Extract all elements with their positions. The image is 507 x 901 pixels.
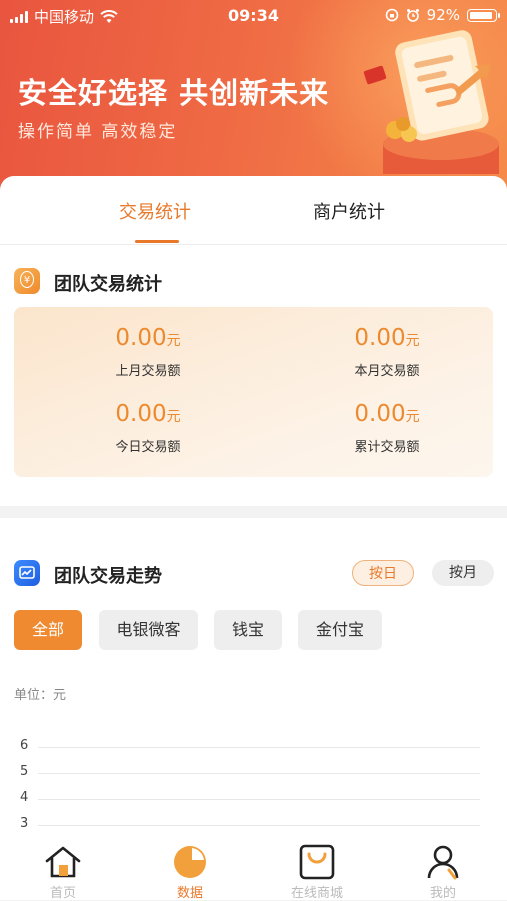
toggle-by-day[interactable]: 按日 <box>352 560 414 586</box>
stat-label: 累计交易额 <box>354 440 420 455</box>
banner: 中国移动 09:34 92% 安全好选择 共创新未来 操作简单 高效稳定 <box>0 0 507 200</box>
user-icon <box>427 845 459 880</box>
stat-value: 0.00元 <box>354 401 420 427</box>
stats-panel: 0.00元 上月交易额 0.00元 本月交易额 0.00元 今日交易额 0.00… <box>14 307 493 477</box>
y-tick: 5 <box>20 764 29 779</box>
stat-cumulative: 0.00元 累计交易额 <box>287 401 487 455</box>
toggle-by-month[interactable]: 按月 <box>432 560 494 586</box>
trend-title: 团队交易走势 <box>54 566 162 587</box>
chart-unit-label: 单位：元 <box>14 688 67 703</box>
banner-subtitle: 操作简单 高效稳定 <box>18 122 178 142</box>
tab-mine[interactable]: 我的 <box>403 844 483 901</box>
tab-label: 数据 <box>176 886 203 901</box>
y-tick: 3 <box>20 816 29 831</box>
tab-data[interactable]: 数据 <box>150 844 230 901</box>
filter-all[interactable]: 全部 <box>14 610 82 650</box>
stats-card: 交易统计 商户统计 团队交易统计 0.00元 上月交易额 0.00元 本月交易额… <box>0 176 507 506</box>
grid-line <box>38 825 480 826</box>
tab-merchant-stats[interactable]: 商户统计 <box>313 198 385 224</box>
tab-bar-top: 交易统计 商户统计 <box>0 176 507 245</box>
grid-line <box>38 773 480 774</box>
banner-title: 安全好选择 共创新未来 <box>18 76 330 110</box>
chart-icon <box>14 560 40 586</box>
battery-icon <box>467 8 500 22</box>
filter-dianyin-weike[interactable]: 电银微客 <box>99 610 198 650</box>
trend-card: 团队交易走势 按日 按月 全部 电银微客 钱宝 金付宝 单位：元 6 5 4 3 <box>0 518 507 838</box>
stat-label: 本月交易额 <box>354 364 420 379</box>
active-tab-indicator <box>135 240 179 243</box>
home-icon <box>45 846 81 878</box>
grid-line <box>38 747 480 748</box>
tab-online-mall[interactable]: 在线商城 <box>277 844 357 901</box>
y-tick: 4 <box>20 790 29 805</box>
stat-today: 0.00元 今日交易额 <box>48 401 248 455</box>
team-stats-title: 团队交易统计 <box>54 274 162 295</box>
battery-percent: 92% <box>426 6 460 24</box>
stat-label: 上月交易额 <box>115 364 181 379</box>
grid-line <box>38 799 480 800</box>
rotation-lock-icon <box>385 8 398 22</box>
tab-label: 在线商城 <box>290 886 343 901</box>
tab-transaction-stats[interactable]: 交易统计 <box>119 198 191 224</box>
yen-icon <box>14 268 40 294</box>
pie-chart-icon <box>174 846 206 878</box>
tab-home[interactable]: 首页 <box>23 844 103 901</box>
stat-label: 今日交易额 <box>115 440 181 455</box>
stat-value: 0.00元 <box>115 325 181 351</box>
stat-last-month: 0.00元 上月交易额 <box>48 325 248 379</box>
tab-label: 首页 <box>49 886 76 901</box>
tab-label: 我的 <box>429 886 456 901</box>
bottom-tab-bar: 首页 数据 在线商城 我的 <box>0 838 507 901</box>
alarm-icon <box>406 9 419 22</box>
banner-illustration <box>363 30 499 174</box>
stat-value: 0.00元 <box>354 325 420 351</box>
stat-this-month: 0.00元 本月交易额 <box>287 325 487 379</box>
status-right: 92% <box>385 6 500 24</box>
y-tick: 6 <box>20 738 29 753</box>
shopping-bag-icon <box>299 844 335 880</box>
filter-qianbao[interactable]: 钱宝 <box>214 610 282 650</box>
filter-jinfubao[interactable]: 金付宝 <box>298 610 382 650</box>
stat-value: 0.00元 <box>115 401 181 427</box>
